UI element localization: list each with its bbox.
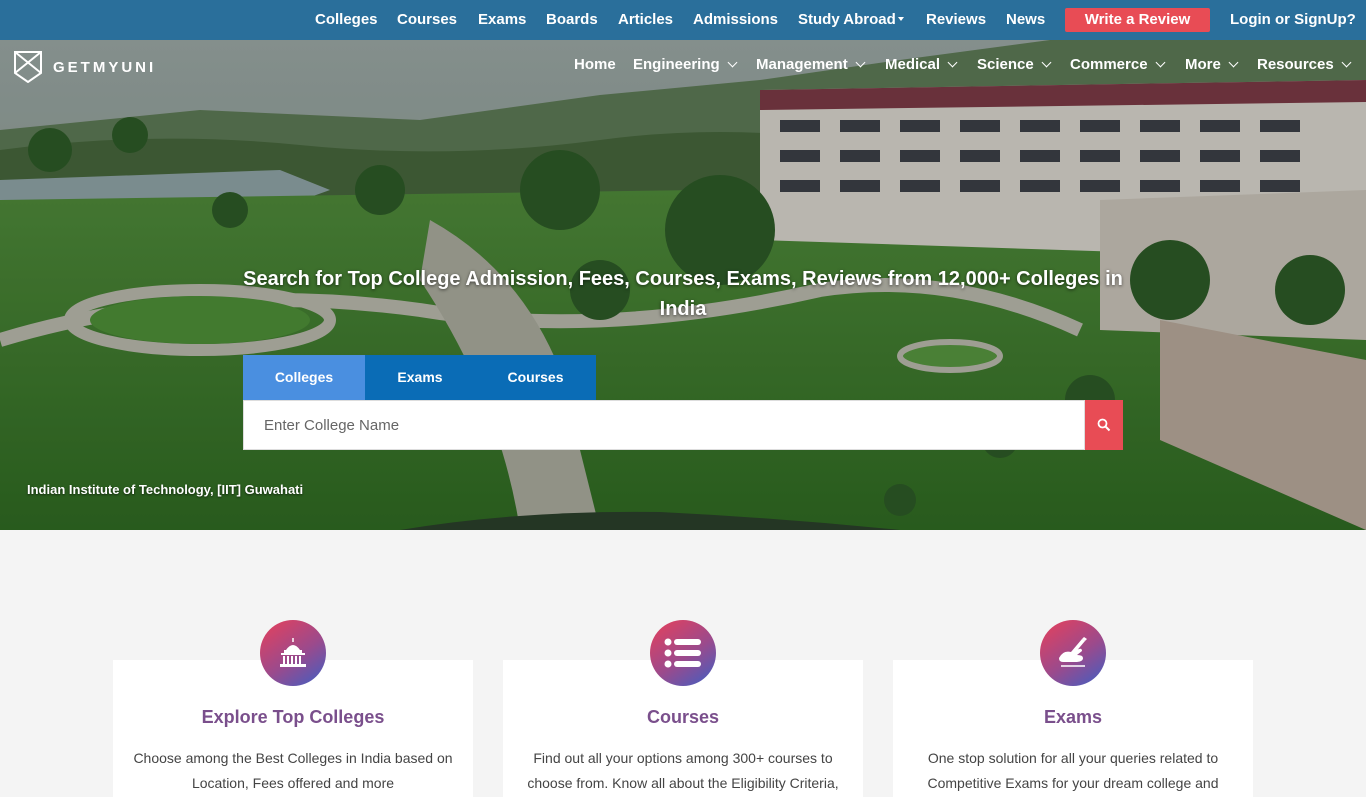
chevron-down-icon <box>855 57 866 68</box>
login-signup-link[interactable]: Login or SignUp? <box>1230 0 1356 40</box>
nav-management[interactable]: Management <box>756 52 866 78</box>
chevron-down-icon <box>947 57 958 68</box>
nav-engineering-label: Engineering <box>633 56 720 73</box>
toplink-study-abroad-label: Study Abroad <box>798 11 896 28</box>
card-title: Explore Top Colleges <box>201 707 385 727</box>
toplink-articles[interactable]: Articles <box>618 0 673 40</box>
chevron-down-icon <box>1228 57 1239 68</box>
college-building-icon <box>260 620 326 686</box>
nav-commerce-label: Commerce <box>1070 56 1148 73</box>
hero-banner: GETMYUNI Home Engineering Management Med… <box>0 40 1366 530</box>
hero-headline: Search for Top College Admission, Fees, … <box>243 268 1123 320</box>
toplink-colleges[interactable]: Colleges <box>315 0 378 40</box>
nav-home[interactable]: Home <box>574 52 616 78</box>
card-title: Exams <box>1043 707 1103 727</box>
nav-resources-label: Resources <box>1257 56 1334 73</box>
nav-engineering[interactable]: Engineering <box>633 52 738 78</box>
toplink-study-abroad[interactable]: Study Abroad <box>798 0 904 40</box>
brand-logo[interactable]: GETMYUNI <box>14 50 156 84</box>
search-icon <box>1097 418 1111 432</box>
search-tab-courses[interactable]: Courses <box>475 355 596 400</box>
brand-name: GETMYUNI <box>53 58 157 76</box>
hero-photo-caption: Indian Institute of Technology, [IIT] Gu… <box>27 482 304 497</box>
chevron-down-icon <box>727 57 738 68</box>
writing-hand-icon <box>1040 620 1106 686</box>
search-tab-exams[interactable]: Exams <box>365 355 475 400</box>
nav-more[interactable]: More <box>1185 52 1239 78</box>
list-icon <box>650 620 716 686</box>
toplink-exams[interactable]: Exams <box>478 0 526 40</box>
nav-resources[interactable]: Resources <box>1257 52 1352 78</box>
chevron-down-icon <box>1341 57 1352 68</box>
caret-down-icon <box>897 17 904 22</box>
toplink-news[interactable]: News <box>1006 0 1045 40</box>
toplink-courses[interactable]: Courses <box>397 0 457 40</box>
write-review-button[interactable]: Write a Review <box>1065 8 1210 32</box>
card-title: Courses <box>646 707 720 727</box>
search-tab-colleges[interactable]: Colleges <box>243 355 365 400</box>
getmyuni-logo-icon <box>14 51 42 83</box>
nav-medical-label: Medical <box>885 56 941 73</box>
card-text: One stop solution for all your queries r… <box>927 750 1219 791</box>
nav-more-label: More <box>1185 56 1221 73</box>
nav-management-label: Management <box>756 56 848 73</box>
toplink-boards[interactable]: Boards <box>546 0 598 40</box>
college-search-input[interactable] <box>243 400 1085 450</box>
chevron-down-icon <box>1041 57 1052 68</box>
card-text: Find out all your options among 300+ cou… <box>527 750 839 791</box>
chevron-down-icon <box>1155 57 1165 68</box>
nav-science[interactable]: Science <box>977 52 1052 78</box>
card-text: Choose among the Best Colleges in India … <box>133 750 453 791</box>
search-button[interactable] <box>1085 400 1123 450</box>
toplink-reviews[interactable]: Reviews <box>926 0 986 40</box>
nav-science-label: Science <box>977 56 1034 73</box>
top-utility-bar: Colleges Courses Exams Boards Articles A… <box>0 0 1366 40</box>
nav-commerce[interactable]: Commerce <box>1070 52 1165 78</box>
nav-medical[interactable]: Medical <box>885 52 958 78</box>
toplink-admissions[interactable]: Admissions <box>693 0 778 40</box>
